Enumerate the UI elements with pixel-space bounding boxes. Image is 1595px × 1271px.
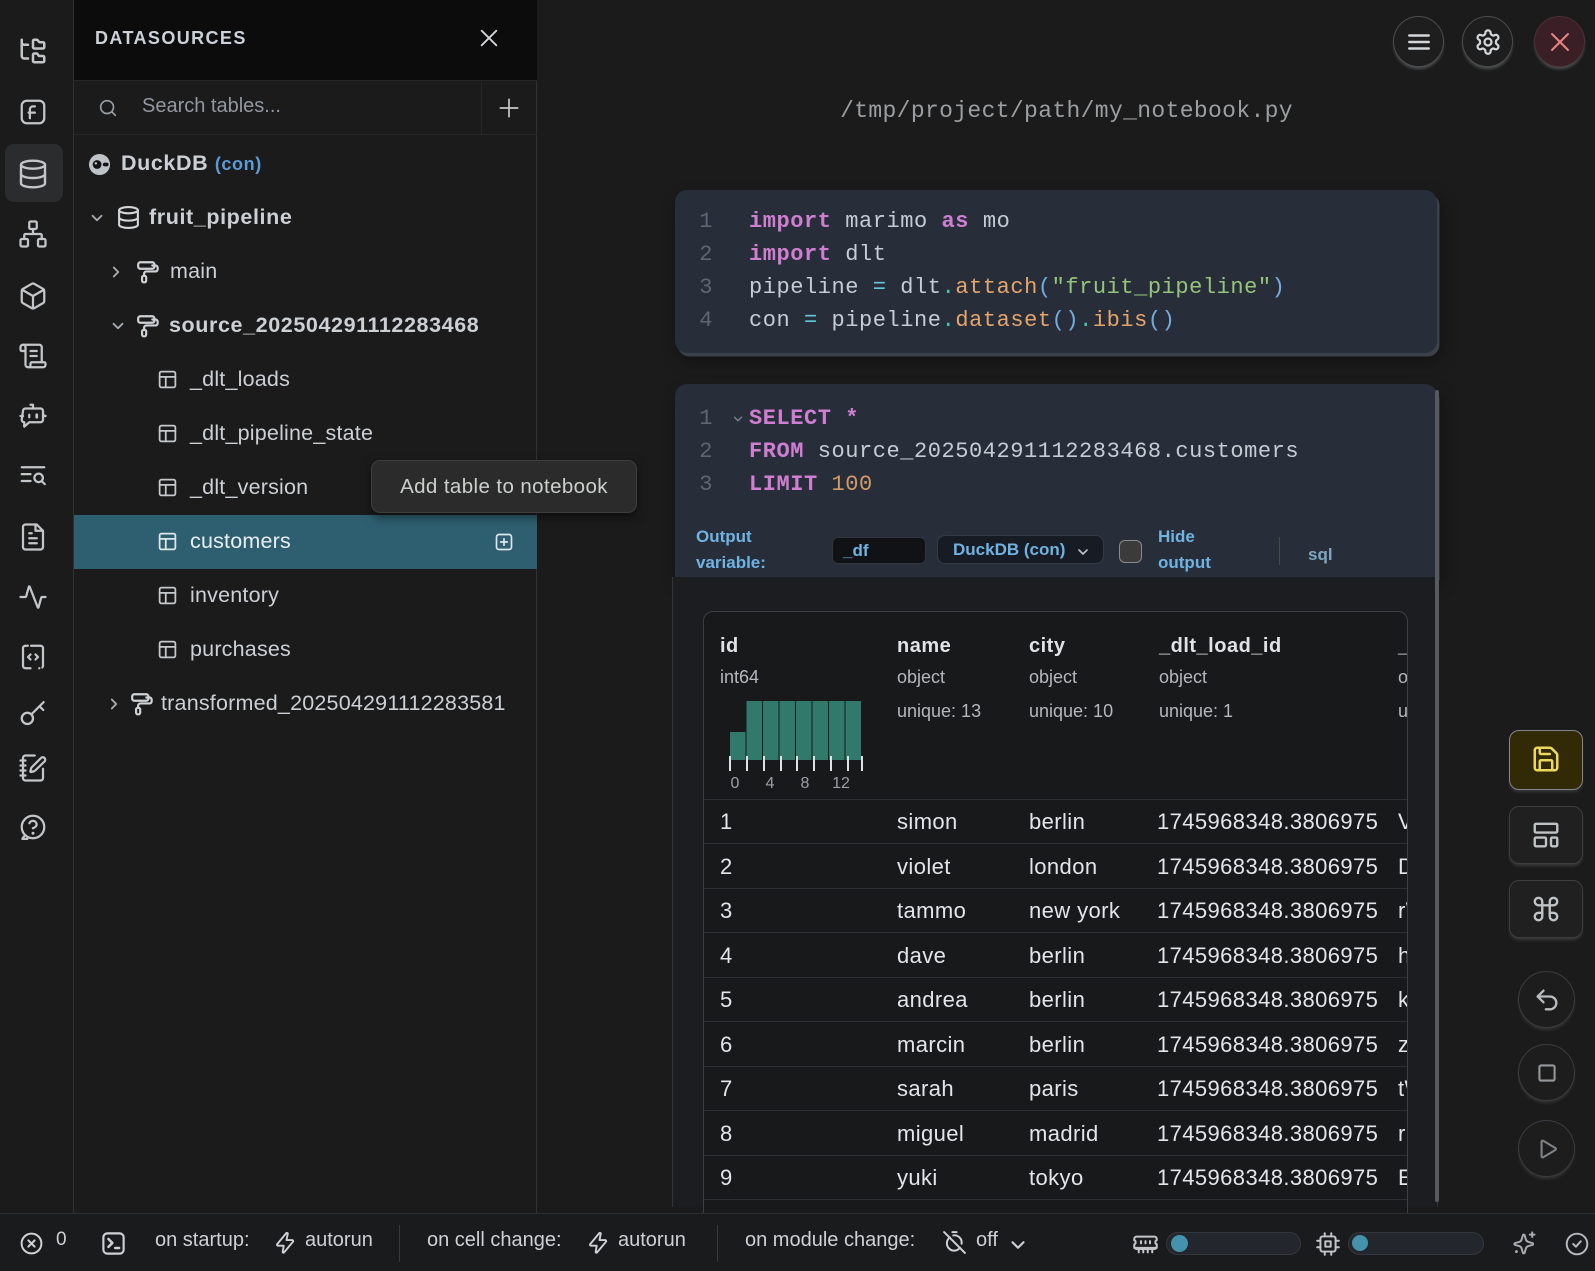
svg-text:12: 12 — [832, 775, 850, 791]
svg-text:8: 8 — [801, 775, 810, 791]
svg-text:0: 0 — [731, 775, 740, 791]
svg-text:4: 4 — [766, 775, 775, 791]
